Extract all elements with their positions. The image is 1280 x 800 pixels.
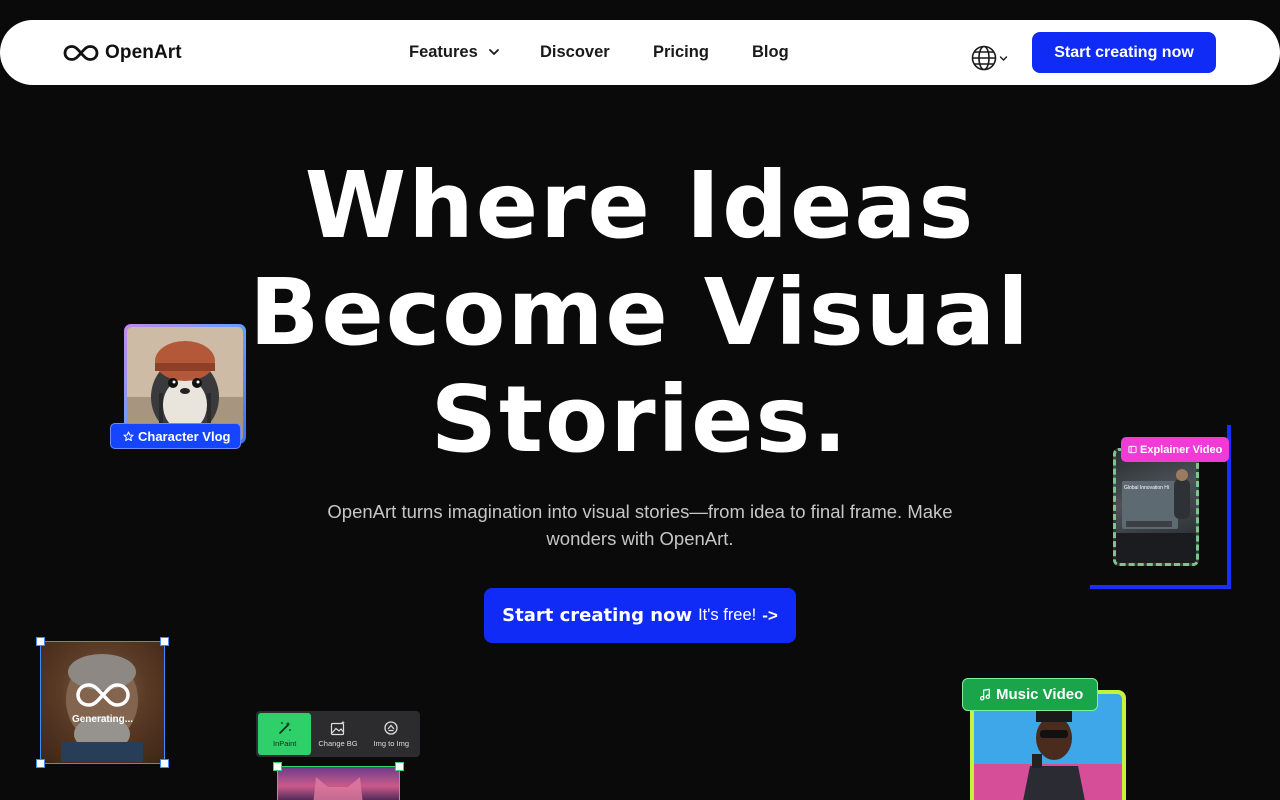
magic-wand-icon [278,721,291,734]
hero-title-line-1: Where Ideas [304,152,976,259]
chevron-down-icon [999,55,1008,61]
music-note-icon [979,688,991,701]
resize-handle-bottom-left[interactable] [36,759,45,768]
music-video-label: Music Video [996,686,1084,703]
explainer-video-badge: Explainer Video [1121,437,1230,462]
tool-inpaint-label: InPaint [272,739,297,748]
music-video-badge: Music Video [962,678,1099,711]
nav-blog-label: Blog [752,43,789,61]
cat-image-card[interactable] [273,762,404,800]
resize-handle-top-right[interactable] [395,762,404,771]
globe-icon [971,45,997,71]
explainer-illustration [1116,469,1196,563]
hero-cta-free-label: It's free! [698,606,757,624]
top-navbar: OpenArt Features Discover Pricing Blog S… [0,20,1280,85]
edit-toolbar: InPaint Change BG Img to Img [256,711,420,757]
nav-pricing[interactable]: Pricing [653,41,709,63]
tool-inpaint[interactable]: InPaint [258,713,312,755]
nav-pricing-label: Pricing [653,43,709,61]
character-vlog-badge: Character Vlog [110,423,242,449]
hero-cta-main-label: Start creating now [502,605,693,626]
hero-cta-arrow: -> [762,605,778,625]
tool-img-to-img-label: Img to Img [373,739,410,748]
nav-features[interactable]: Features [409,41,500,63]
explainer-video-card[interactable]: Global Innovation Hi [1113,448,1199,566]
start-creating-button[interactable]: Start creating now [1032,32,1216,73]
chevron-down-icon [488,49,499,55]
hero-subtitle: OpenArt turns imagination into visual st… [327,501,953,549]
tool-change-bg-label: Change BG [318,739,358,748]
resize-handle-top-right[interactable] [160,637,169,646]
nav-discover-label: Discover [540,43,610,61]
hero-start-creating-button[interactable]: Start creating now It's free! -> [484,588,796,643]
star-icon [123,430,134,441]
swap-circle-icon [384,721,398,735]
generating-label: Generating... [71,714,134,725]
generating-card[interactable]: Generating... [36,637,169,768]
tool-change-bg[interactable]: Change BG [311,713,364,755]
cat-illustration [313,777,363,800]
resize-handle-bottom-right[interactable] [160,759,169,768]
video-icon [1128,445,1137,454]
resize-handle-top-left[interactable] [36,637,45,646]
character-vlog-label: Character Vlog [138,428,231,444]
infinity-logo-icon [75,683,130,707]
nav-features-label: Features [409,43,478,61]
nav-blog[interactable]: Blog [752,41,789,63]
tool-img-to-img[interactable]: Img to Img [365,713,418,755]
image-sparkle-icon [330,720,345,736]
nav-discover[interactable]: Discover [540,41,610,63]
generating-overlay: Generating... [41,642,164,763]
language-selector[interactable] [970,44,1008,72]
resize-handle-top-left[interactable] [273,762,282,771]
explainer-video-label: Explainer Video [1140,443,1223,456]
